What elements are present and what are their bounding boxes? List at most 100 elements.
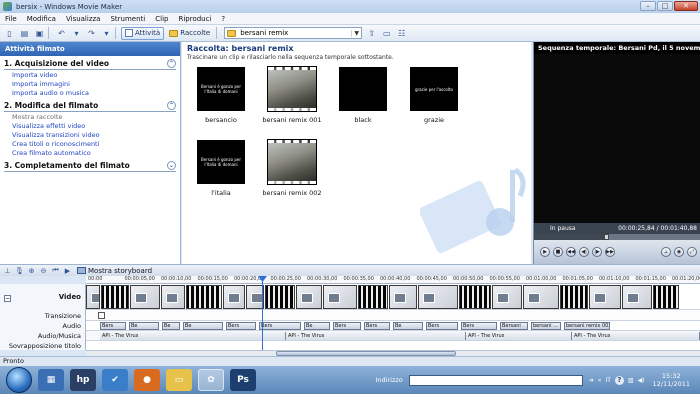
- collection-select[interactable]: bersani remix ▼: [224, 27, 363, 39]
- audio-clip[interactable]: bersani remix 002: [564, 322, 610, 330]
- raccolte-button[interactable]: Raccolte: [166, 27, 213, 40]
- video-clip[interactable]: [130, 285, 160, 309]
- snapshot-icon[interactable]: ◉: [674, 247, 684, 257]
- clip-item[interactable]: Bersani è gonzo per l'Italia di domani b…: [190, 67, 252, 124]
- set-audio-levels-icon[interactable]: ⊥: [3, 266, 12, 275]
- playhead-line[interactable]: [262, 276, 263, 356]
- chevron-up-icon[interactable]: ⌃: [167, 59, 176, 68]
- audio-clip[interactable]: Bers: [259, 322, 301, 330]
- audio-clip[interactable]: Bers: [426, 322, 458, 330]
- video-clip[interactable]: [492, 285, 522, 309]
- rewind-icon[interactable]: ◀◀: [566, 247, 576, 257]
- transition-track[interactable]: [86, 310, 700, 321]
- collapse-video-track-icon[interactable]: −: [4, 295, 11, 302]
- transition-placeholder[interactable]: [98, 312, 105, 319]
- undo-dropdown-icon[interactable]: ▾: [71, 28, 82, 39]
- music-clip[interactable]: API - The Virus: [572, 332, 700, 340]
- attivita-button[interactable]: Attività: [121, 26, 165, 40]
- view-video-transitions-link[interactable]: Visualizza transizioni video: [12, 131, 176, 140]
- auto-movie-link[interactable]: Crea filmato automatico: [12, 149, 176, 158]
- stop-icon[interactable]: ■: [553, 247, 563, 257]
- audio-clip[interactable]: Be: [393, 322, 423, 330]
- system-clock[interactable]: 15:32 12/11/2011: [653, 372, 690, 388]
- checkmark-app-taskbar-icon[interactable]: ✔: [102, 369, 128, 391]
- clip-item[interactable]: bersani remix 002: [261, 139, 323, 197]
- import-audio-link[interactable]: Importa audio o musica: [12, 89, 176, 98]
- audio-track[interactable]: Bers Be Be Be Bers Bers Be Bers Bers Be Bers Bers Be…: [86, 321, 700, 331]
- audio-clip[interactable]: Bers: [100, 322, 126, 330]
- video-track[interactable]: [86, 284, 700, 310]
- play-icon[interactable]: ▶: [540, 247, 550, 257]
- zoom-out-icon[interactable]: ⊖: [39, 266, 48, 275]
- redo-dropdown-icon[interactable]: ▾: [101, 28, 112, 39]
- menu-clip[interactable]: Clip: [150, 15, 173, 23]
- audio-clip[interactable]: Bers: [226, 322, 256, 330]
- next-frame-icon[interactable]: |▶: [592, 247, 602, 257]
- video-clip[interactable]: [523, 285, 559, 309]
- tray-expand-icon[interactable]: «: [598, 377, 602, 384]
- edit-section-title[interactable]: 2. Modifica del filmato ⌃: [4, 101, 176, 112]
- music-track[interactable]: API - The Virus API - The Virus API - The …: [86, 331, 700, 341]
- video-clip[interactable]: [418, 285, 458, 309]
- video-clip[interactable]: [101, 285, 129, 309]
- import-images-link[interactable]: Importa immagini: [12, 80, 176, 89]
- go-arrow-icon[interactable]: ➜: [589, 377, 594, 384]
- audio-clip[interactable]: Bers: [461, 322, 497, 330]
- address-input[interactable]: [408, 374, 583, 386]
- fast-forward-icon[interactable]: ▶▶: [605, 247, 615, 257]
- video-clip[interactable]: [622, 285, 652, 309]
- redo-icon[interactable]: ↷: [86, 28, 97, 39]
- zoom-in-icon[interactable]: ⊕: [27, 266, 36, 275]
- photoshop-taskbar-icon[interactable]: Ps: [230, 369, 256, 391]
- make-titles-link[interactable]: Crea titoli o riconoscimenti: [12, 140, 176, 149]
- network-icon[interactable]: ▥: [628, 377, 634, 384]
- clip-item[interactable]: bersani remix 001: [261, 66, 323, 124]
- minimize-button[interactable]: –: [640, 1, 656, 11]
- firefox-taskbar-icon[interactable]: ●: [134, 369, 160, 391]
- new-project-icon[interactable]: ▯: [4, 28, 15, 39]
- video-clip[interactable]: [223, 285, 245, 309]
- chevron-up-icon[interactable]: ⌃: [167, 101, 176, 110]
- clip-item[interactable]: black: [332, 67, 394, 124]
- capture-section-title[interactable]: 1. Acquisizione del video ⌃: [4, 59, 176, 70]
- language-indicator[interactable]: IT: [605, 377, 610, 384]
- split-clip-icon[interactable]: ⟂: [661, 247, 671, 257]
- video-clip[interactable]: [459, 285, 491, 309]
- audio-clip[interactable]: Be: [304, 322, 330, 330]
- windows-explorer-taskbar-icon[interactable]: ▦: [38, 369, 64, 391]
- previous-frame-icon[interactable]: ◀|: [579, 247, 589, 257]
- new-folder-icon[interactable]: ▭: [381, 28, 392, 39]
- title-overlay-track[interactable]: [86, 341, 700, 350]
- audio-clip[interactable]: Be: [183, 322, 223, 330]
- video-clip[interactable]: [589, 285, 621, 309]
- maximize-button[interactable]: □: [657, 1, 673, 11]
- audio-clip[interactable]: Be: [162, 322, 180, 330]
- rewind-timeline-icon[interactable]: ⏮: [51, 266, 60, 275]
- audio-clip[interactable]: bersani ...: [531, 322, 561, 330]
- fullscreen-icon[interactable]: ⤢: [687, 247, 697, 257]
- play-timeline-icon[interactable]: ▶: [63, 266, 72, 275]
- audio-clip[interactable]: Bers: [333, 322, 361, 330]
- save-project-icon[interactable]: ▣: [34, 28, 45, 39]
- view-options-icon[interactable]: ☷: [396, 28, 407, 39]
- chevron-down-icon[interactable]: ⌄: [167, 161, 176, 170]
- collection-up-icon[interactable]: ⇧: [366, 28, 377, 39]
- help-icon[interactable]: ?: [614, 375, 624, 385]
- start-button[interactable]: [6, 367, 32, 393]
- video-clip[interactable]: [358, 285, 388, 309]
- menu-strumenti[interactable]: Strumenti: [105, 15, 150, 23]
- chevron-down-icon[interactable]: ▼: [351, 29, 361, 37]
- menu-help[interactable]: ?: [216, 15, 230, 23]
- video-clip[interactable]: [560, 285, 588, 309]
- music-clip[interactable]: API - The Virus: [466, 332, 572, 340]
- menu-riproduci[interactable]: Riproduci: [173, 15, 216, 23]
- video-clip[interactable]: [323, 285, 357, 309]
- video-clip[interactable]: [389, 285, 417, 309]
- video-clip[interactable]: [186, 285, 222, 309]
- video-clip[interactable]: [653, 285, 679, 309]
- show-storyboard-button[interactable]: Mostra storyboard: [77, 267, 152, 275]
- clip-item[interactable]: Bersani è gonzo per l'Italia di domani l…: [190, 140, 252, 197]
- clip-item[interactable]: grazie per l'ascolto grazie: [403, 67, 465, 124]
- audio-clip[interactable]: Bers: [364, 322, 390, 330]
- music-clip[interactable]: API - The Virus: [286, 332, 466, 340]
